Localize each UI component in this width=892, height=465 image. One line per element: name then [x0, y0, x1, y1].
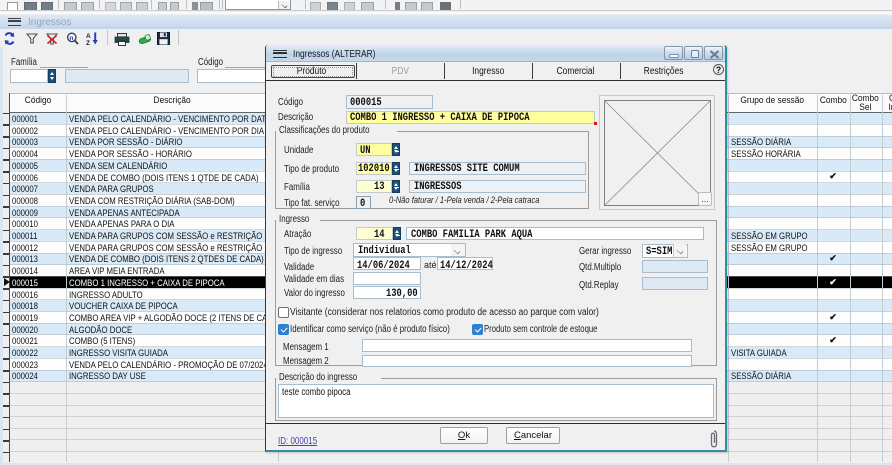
svg-text:Z: Z	[86, 40, 90, 45]
svg-text:n: n	[69, 35, 73, 42]
